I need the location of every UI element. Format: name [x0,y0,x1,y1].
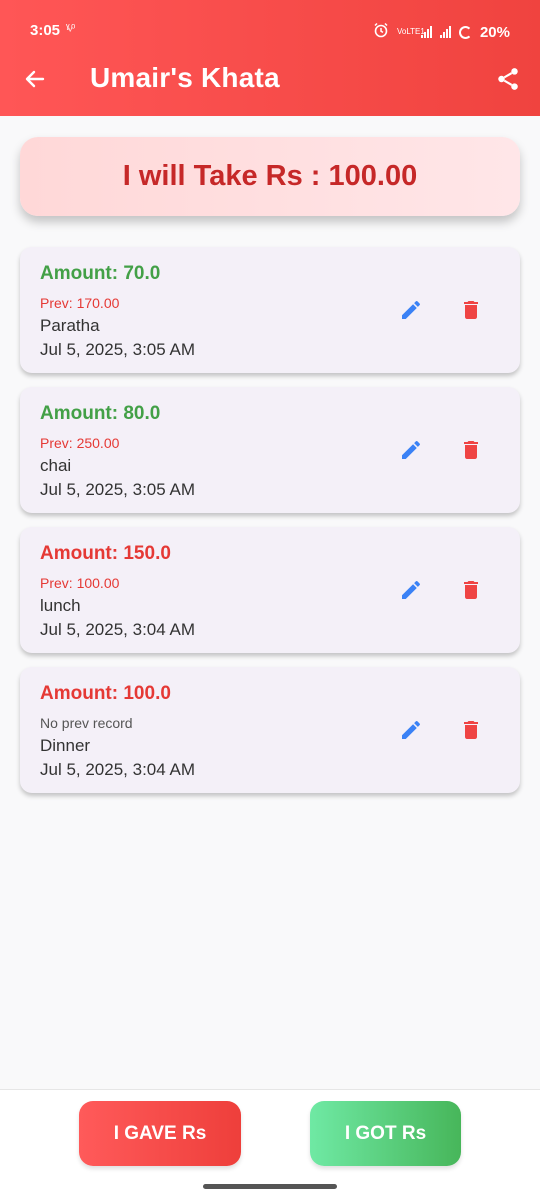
entry-date: Jul 5, 2025, 3:04 AM [40,760,195,779]
battery-percent: 20% [479,23,510,41]
entry-description: Dinner [40,736,91,755]
page-title: Umair's Khata [90,62,280,93]
battery-ring-icon [458,25,472,39]
entry-description: lunch [40,596,81,615]
pencil-icon [399,438,423,467]
entry-amount: Amount: 100.0 [40,683,171,704]
pencil-icon [399,298,423,327]
entry-card[interactable]: Amount: 150.0 Prev: 100.00 lunch Jul 5, … [20,527,520,653]
edit-button[interactable] [396,297,426,327]
i-gave-button[interactable]: I GAVE Rs [79,1101,241,1166]
entry-prev: Prev: 100.00 [40,575,120,591]
entry-prev: No prev record [40,715,133,731]
pencil-icon [399,718,423,747]
signal-icon [420,26,432,38]
balance-summary-text: I will Take Rs : 100.00 [122,160,418,192]
signal-icon-2 [439,26,451,38]
arrow-left-icon [23,67,47,96]
edit-button[interactable] [396,717,426,747]
delete-button[interactable] [456,717,486,747]
share-icon [495,66,521,97]
entry-prev: Prev: 250.00 [40,435,120,451]
pencil-icon [399,578,423,607]
alarm-icon [373,22,389,42]
trash-icon [459,438,483,467]
app-header: 3:05 ˠᵥᵒ VoLTE1 20% Umair's Khata [0,0,540,116]
app-bar: Umair's Khata [0,52,540,110]
entry-date: Jul 5, 2025, 3:05 AM [40,480,195,499]
delete-button[interactable] [456,577,486,607]
share-button[interactable] [492,65,524,97]
balance-summary-card: I will Take Rs : 100.00 [20,137,520,216]
entry-date: Jul 5, 2025, 3:05 AM [40,340,195,359]
edit-button[interactable] [396,577,426,607]
status-time: 3:05 [30,22,61,39]
edit-button[interactable] [396,437,426,467]
entry-description: Paratha [40,316,100,335]
entry-amount: Amount: 150.0 [40,543,171,564]
entry-date: Jul 5, 2025, 3:04 AM [40,620,195,639]
entry-amount: Amount: 80.0 [40,403,161,424]
status-right-group: VoLTE1 20% [373,22,510,42]
home-indicator[interactable] [203,1184,337,1189]
entry-card[interactable]: Amount: 70.0 Prev: 170.00 Paratha Jul 5,… [20,247,520,373]
entry-prev: Prev: 170.00 [40,295,120,311]
trash-icon [459,578,483,607]
trash-icon [459,718,483,747]
i-got-button[interactable]: I GOT Rs [310,1101,461,1166]
entry-description: chai [40,456,72,475]
volte-label: VoLTE1 [396,27,425,36]
delete-button[interactable] [456,297,486,327]
delete-button[interactable] [456,437,486,467]
entry-card[interactable]: Amount: 80.0 Prev: 250.00 chai Jul 5, 20… [20,387,520,513]
bottom-action-bar: I GAVE Rs I GOT Rs [0,1089,540,1200]
back-button[interactable] [20,66,50,96]
status-indicator: ˠᵥᵒ [66,22,75,34]
entry-amount: Amount: 70.0 [40,263,161,284]
entry-card[interactable]: Amount: 100.0 No prev record Dinner Jul … [20,667,520,793]
trash-icon [459,298,483,327]
